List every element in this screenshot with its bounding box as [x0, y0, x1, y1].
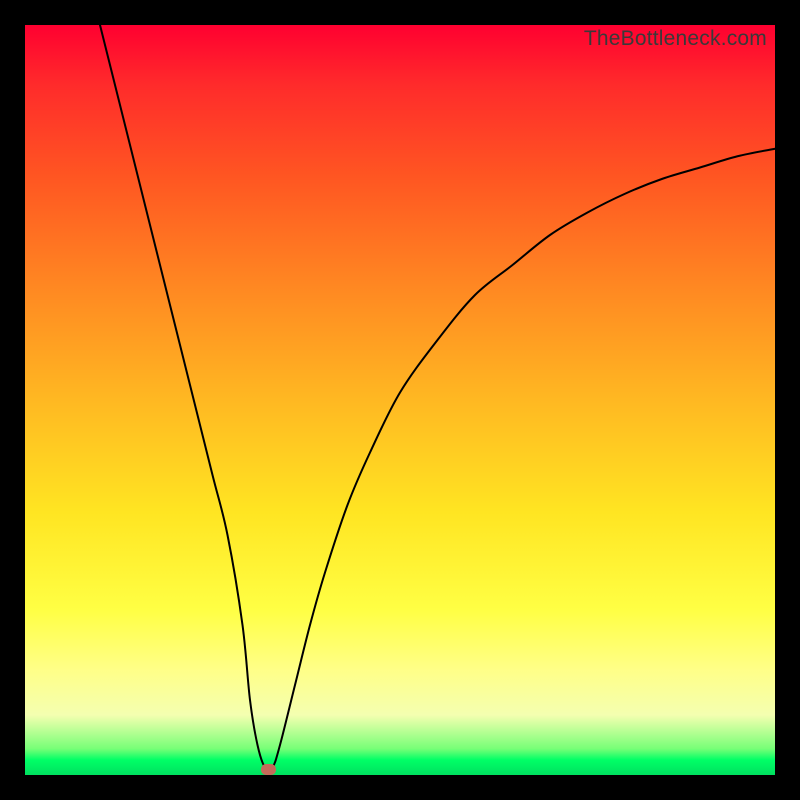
- chart-frame: TheBottleneck.com: [0, 0, 800, 800]
- minimum-marker: [261, 764, 276, 775]
- plot-area: TheBottleneck.com: [25, 25, 775, 775]
- bottleneck-curve: [25, 25, 775, 775]
